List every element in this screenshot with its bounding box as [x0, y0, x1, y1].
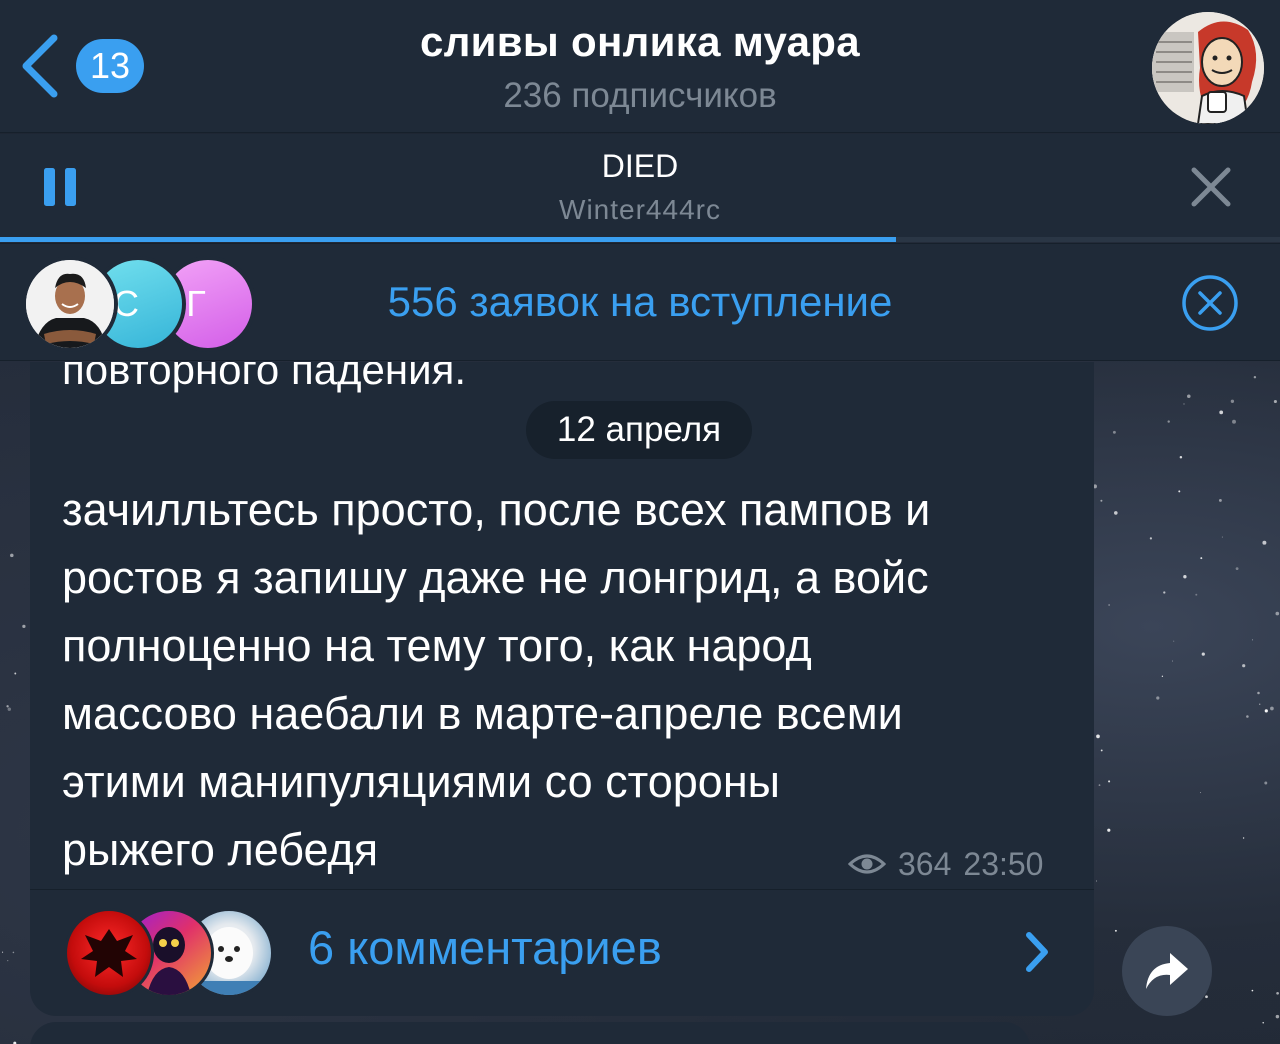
- star: [1251, 989, 1254, 992]
- star: [1156, 696, 1160, 700]
- star: [1200, 557, 1203, 560]
- star: [1235, 567, 1239, 571]
- post-text: зачилльтесь просто, после всех пампов и …: [62, 476, 1072, 884]
- post-meta: 364 23:50: [848, 842, 1043, 886]
- star: [1112, 430, 1116, 434]
- star: [1161, 675, 1164, 677]
- post-text-line: массово наебали в марте-апреле всеми: [62, 688, 903, 739]
- post-time: 23:50: [963, 845, 1044, 882]
- view-count: 364: [898, 845, 952, 882]
- eye-icon: [848, 854, 886, 874]
- star: [1257, 691, 1260, 695]
- share-arrow-icon: [1146, 953, 1188, 989]
- star: [1149, 537, 1153, 540]
- star: [1172, 660, 1174, 662]
- star: [22, 624, 26, 629]
- star: [1205, 995, 1208, 999]
- chevron-left-icon: [22, 34, 58, 98]
- playback-progress-fill: [0, 237, 896, 242]
- track-title: DIED: [601, 148, 679, 184]
- star: [7, 707, 11, 711]
- star: [1108, 604, 1110, 606]
- star: [1114, 929, 1117, 932]
- star: [1270, 706, 1274, 711]
- star: [12, 951, 15, 954]
- star: [10, 553, 14, 558]
- star: [1275, 1014, 1280, 1019]
- star: [1107, 828, 1111, 832]
- star: [1242, 837, 1245, 839]
- star: [1183, 403, 1185, 405]
- channel-avatar[interactable]: [1152, 12, 1264, 124]
- star: [1114, 511, 1118, 515]
- star: [1251, 639, 1254, 641]
- star: [1096, 734, 1100, 739]
- star: [1100, 499, 1103, 502]
- star: [1167, 420, 1170, 423]
- eagle-emblem-icon: [81, 929, 137, 977]
- previous-post-text: повторного падения.: [62, 362, 466, 393]
- post-text-line: этими манипуляциями со стороны: [62, 756, 781, 807]
- star: [1221, 536, 1223, 538]
- star: [1108, 780, 1111, 783]
- date-separator: 12 апреля: [526, 401, 752, 459]
- star: [1200, 792, 1202, 794]
- star: [1218, 498, 1222, 502]
- track-artist: Winter444rc: [559, 194, 721, 225]
- star: [1264, 781, 1268, 785]
- commenter-avatar: [64, 908, 154, 998]
- star: [1201, 652, 1205, 656]
- star: [1179, 456, 1183, 459]
- back-button[interactable]: 13: [18, 30, 158, 102]
- playback-progress[interactable]: [0, 237, 1280, 242]
- pause-icon[interactable]: [44, 168, 76, 206]
- person-photo-icon: [26, 260, 114, 348]
- next-post-bubble[interactable]: [30, 1022, 1030, 1044]
- star: [1163, 591, 1166, 594]
- post-text-line: полноценно на тему того, как народ: [62, 620, 812, 671]
- star: [7, 960, 9, 962]
- star: [1178, 490, 1181, 493]
- post-text-line: ростов я запишу даже не лонгрид, а войс: [62, 552, 929, 603]
- star: [1195, 593, 1198, 596]
- star: [1264, 709, 1268, 713]
- star: [1259, 703, 1261, 705]
- requester-avatar-photo: [22, 256, 118, 352]
- star: [2, 951, 4, 953]
- close-icon[interactable]: [1190, 166, 1232, 208]
- comments-link[interactable]: 6 комментариев: [308, 920, 662, 975]
- star: [1276, 991, 1279, 995]
- star: [1242, 664, 1246, 668]
- star: [14, 672, 17, 675]
- unread-count-badge: 13: [76, 39, 145, 93]
- star: [1173, 640, 1175, 642]
- star: [1183, 575, 1187, 579]
- subscriber-count: 236 подписчиков: [503, 76, 777, 115]
- channel-title[interactable]: сливы онлика муара: [300, 18, 980, 66]
- meme-avatar-icon: [1152, 12, 1264, 124]
- prev-text-clip: повторного падения.: [0, 362, 1280, 402]
- comments-divider: [30, 889, 1094, 890]
- star: [1262, 1022, 1264, 1024]
- chevron-right-icon[interactable]: [1024, 930, 1050, 974]
- star: [1100, 749, 1103, 752]
- share-button[interactable]: [1122, 926, 1212, 1016]
- dismiss-requests-icon[interactable]: [1180, 273, 1240, 333]
- star: [1246, 715, 1249, 718]
- star: [1262, 540, 1267, 545]
- star: [6, 705, 9, 708]
- star: [1219, 410, 1224, 415]
- star: [1095, 880, 1098, 882]
- star: [1098, 784, 1101, 786]
- join-requests-label[interactable]: 556 заявок на вступление: [300, 278, 980, 326]
- post-text-line: зачилльтесь просто, после всех пампов и: [62, 484, 931, 535]
- star: [1275, 611, 1280, 616]
- star: [1232, 419, 1236, 424]
